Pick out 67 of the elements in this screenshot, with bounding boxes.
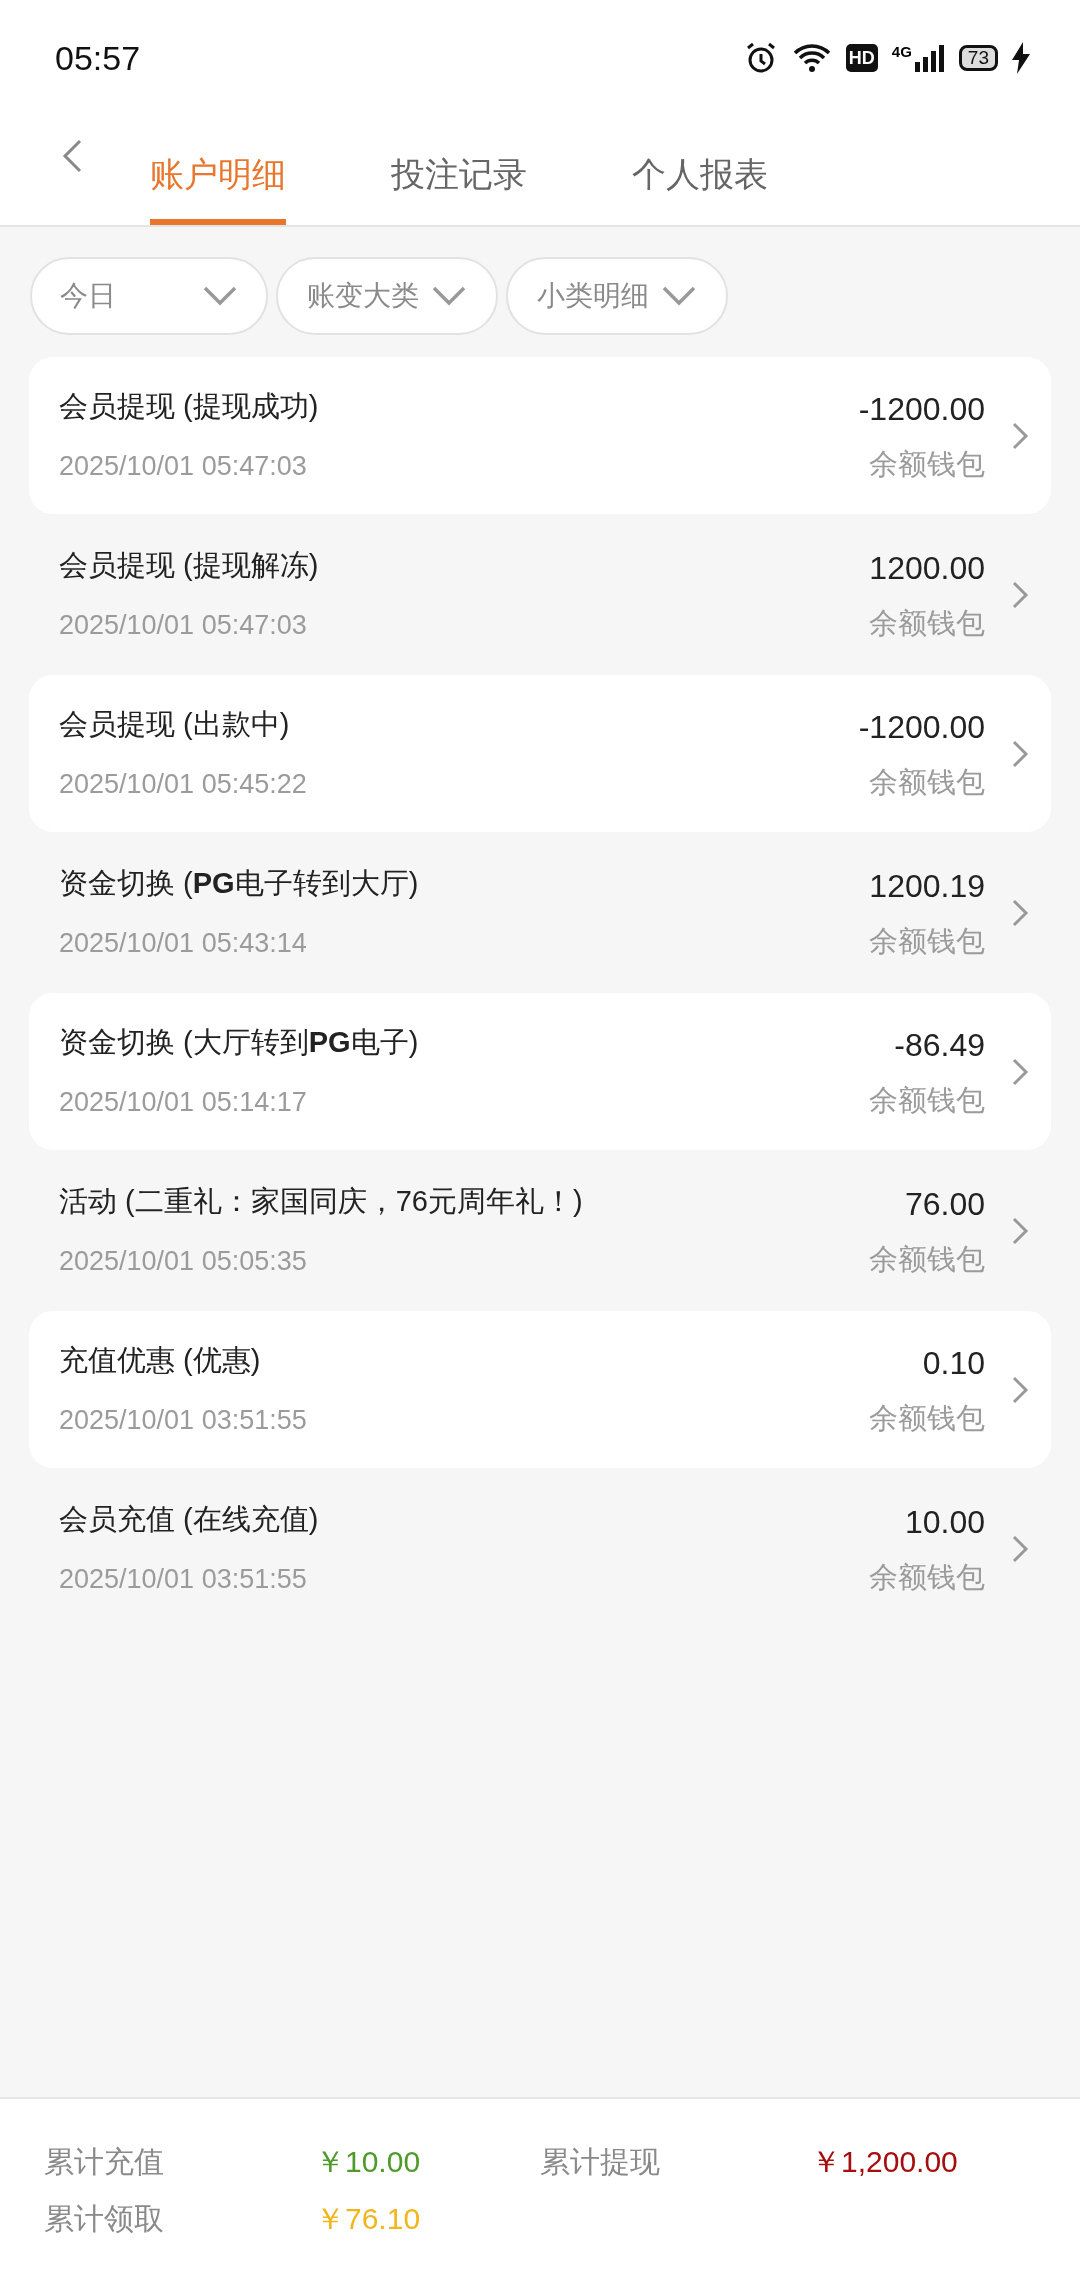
record-time: 2025/10/01 05:14:17 [59, 1086, 308, 1119]
record-title: 资金切换 (PG电子转到大厅) [59, 865, 420, 901]
chevron-right-icon [1011, 897, 1029, 928]
record-amount: -86.49 [894, 1025, 985, 1065]
summary-label: 累计提现 [540, 2144, 661, 2180]
summary-value: ￥76.10 [315, 2201, 422, 2237]
record-time: 2025/10/01 05:47:03 [59, 450, 308, 483]
record-title: 会员提现 (提现成功) [59, 388, 320, 424]
summary-value: ￥10.00 [315, 2144, 422, 2180]
record-amount: 76.00 [904, 1184, 985, 1224]
tab[interactable]: 个人报表 [632, 110, 768, 225]
record-amount: -1200.00 [858, 707, 985, 747]
record-title: 会员提现 (提现解冻) [59, 547, 320, 583]
summary-value: ￥1,200.00 [811, 2144, 959, 2180]
record-row[interactable]: 活动 (二重礼：家国同庆，76元周年礼！) 2025/10/01 05:05:35 76.00 余额钱包 [29, 1152, 1051, 1309]
wallet-label: 余额钱包 [869, 923, 985, 959]
record-amount: 1200.00 [869, 548, 985, 588]
chevron-right-icon [1011, 1374, 1029, 1405]
wallet-label: 余额钱包 [869, 605, 985, 641]
tab[interactable]: 投注记录 [391, 110, 527, 225]
record-title: 充值优惠 (优惠) [59, 1342, 262, 1378]
record-card[interactable]: 资金切换 (大厅转到PG电子) 2025/10/01 05:14:17 -86.49 余额钱包 [29, 993, 1051, 1150]
record-amount: 0.10 [922, 1343, 985, 1383]
record-time: 2025/10/01 03:51:55 [59, 1404, 308, 1437]
wallet-label: 余额钱包 [869, 1400, 985, 1436]
record-amount: -1200.00 [858, 389, 985, 429]
chevron-down-icon [431, 285, 467, 307]
chevron-right-icon [1011, 738, 1029, 769]
back-icon[interactable] [60, 138, 84, 174]
record-title: 资金切换 (大厅转到PG电子) [59, 1024, 420, 1060]
record-time: 2025/10/01 03:51:55 [59, 1563, 308, 1596]
record-card[interactable]: 充值优惠 (优惠) 2025/10/01 03:51:55 0.10 余额钱包 [29, 1311, 1051, 1468]
chevron-right-icon [1011, 579, 1029, 610]
summary-label: 累计充值 [44, 2144, 165, 2180]
wallet-label: 余额钱包 [869, 1082, 985, 1118]
record-card[interactable]: 会员提现 (出款中) 2025/10/01 05:45:22 -1200.00 余额钱包 [29, 675, 1051, 832]
record-title: 活动 (二重礼：家国同庆，76元周年礼！) [59, 1183, 584, 1219]
charging-icon [1012, 42, 1030, 74]
chevron-down-icon [202, 285, 238, 307]
chevron-right-icon [1011, 420, 1029, 451]
hd-badge: HD [845, 44, 878, 72]
wifi-icon [791, 43, 832, 73]
record-row[interactable]: 会员提现 (提现解冻) 2025/10/01 05:47:03 1200.00 余额钱包 [29, 516, 1051, 673]
record-card[interactable]: 会员提现 (提现成功) 2025/10/01 05:47:03 -1200.00 余额钱包 [29, 357, 1051, 514]
status-time: 05:57 [55, 37, 141, 79]
record-time: 2025/10/01 05:47:03 [59, 609, 308, 642]
record-time: 2025/10/01 05:43:14 [59, 927, 308, 960]
chevron-right-icon [1011, 1215, 1029, 1246]
chevron-right-icon [1011, 1056, 1029, 1087]
record-title: 会员提现 (出款中) [59, 706, 291, 742]
wallet-label: 余额钱包 [869, 1241, 985, 1277]
wallet-label: 余额钱包 [869, 446, 985, 482]
wallet-label: 余额钱包 [869, 1559, 985, 1595]
battery-indicator: 73 [958, 45, 998, 71]
chevron-right-icon [1011, 1533, 1029, 1564]
record-time: 2025/10/01 05:05:35 [59, 1245, 308, 1278]
wallet-label: 余额钱包 [869, 764, 985, 800]
network-label: 4G [891, 44, 912, 59]
summary-label: 累计领取 [44, 2201, 165, 2237]
record-amount: 10.00 [904, 1502, 985, 1542]
chevron-down-icon [661, 285, 697, 307]
record-title: 会员充值 (在线充值) [59, 1501, 320, 1537]
record-amount: 1200.19 [869, 866, 985, 906]
record-row[interactable]: 会员充值 (在线充值) 2025/10/01 03:51:55 10.00 余额钱包 [29, 1470, 1051, 1627]
record-time: 2025/10/01 05:45:22 [59, 768, 308, 801]
record-row[interactable]: 资金切换 (PG电子转到大厅) 2025/10/01 05:43:14 1200.19 余额钱包 [29, 834, 1051, 991]
signal-icon [914, 44, 945, 72]
